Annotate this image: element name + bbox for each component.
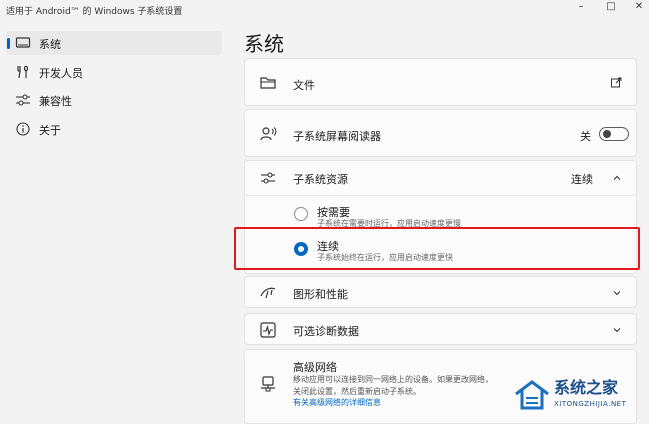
network-icon (261, 376, 275, 392)
sidebar-item-developer[interactable]: 开发人员 (6, 60, 222, 84)
network-description: 移动应用可以连接到同一网络上的设备。如果更改网络， (293, 375, 493, 384)
window-title: 适用于 Android™ 的 Windows 子系统设置 (6, 7, 183, 17)
watermark-logo (515, 380, 549, 410)
watermark-subtext: XITONGZHIJIA.NET (554, 400, 627, 408)
network-label: 高级网络 (293, 361, 337, 374)
tools-icon (17, 65, 29, 79)
graphics-icon (260, 287, 276, 299)
divider (245, 195, 636, 196)
graphics-card[interactable]: 图形和性能 (244, 276, 637, 308)
screen-reader-label: 子系统屏幕阅读器 (293, 130, 381, 143)
resources-label: 子系统资源 (293, 173, 348, 186)
screen-reader-icon (260, 127, 277, 141)
sidebar-item-system[interactable]: 系统 (6, 31, 222, 55)
page-title: 系统 (244, 32, 284, 56)
network-description: 关闭此设置，然后重新启动子系统。 (293, 387, 421, 396)
info-icon (16, 122, 30, 136)
sidebar-item-label: 兼容性 (39, 95, 72, 108)
sidebar-item-label: 关于 (39, 124, 61, 137)
minimize-button[interactable]: – (566, 0, 596, 16)
monitor-icon (15, 37, 31, 48)
toggle-state-label: 关 (580, 130, 591, 143)
diagnostics-label: 可选诊断数据 (293, 325, 359, 338)
screen-reader-toggle[interactable] (599, 127, 629, 141)
chevron-down-icon (613, 291, 621, 296)
sliders-icon (16, 94, 30, 106)
sidebar-item-about[interactable]: 关于 (6, 117, 222, 141)
screen-reader-card: 子系统屏幕阅读器 关 (244, 109, 637, 157)
chevron-up-icon (613, 175, 621, 180)
chevron-down-icon (613, 328, 621, 333)
radio-on-demand[interactable] (294, 207, 308, 221)
resources-header[interactable]: 子系统资源 连续 (245, 161, 636, 195)
active-indicator (7, 38, 10, 49)
close-button[interactable]: ✕ (624, 0, 649, 16)
open-external-icon (611, 77, 622, 88)
activity-icon (260, 322, 276, 338)
folder-icon (260, 77, 276, 89)
sliders-icon (261, 172, 275, 184)
sidebar-item-compatibility[interactable]: 兼容性 (6, 88, 222, 112)
toggle-knob (603, 130, 611, 138)
files-card[interactable]: 文件 (244, 58, 637, 106)
files-label: 文件 (293, 79, 315, 92)
watermark-text: 系统之家 (554, 378, 619, 397)
graphics-label: 图形和性能 (293, 288, 348, 301)
resources-value: 连续 (571, 173, 593, 186)
highlight-box (234, 227, 640, 270)
network-details-link[interactable]: 有关高级网络的详细信息 (293, 397, 381, 408)
diagnostics-card[interactable]: 可选诊断数据 (244, 313, 637, 345)
maximize-button[interactable]: □ (596, 0, 626, 16)
title-bar: 适用于 Android™ 的 Windows 子系统设置 – □ ✕ (0, 0, 649, 22)
sidebar-item-label: 开发人员 (39, 67, 83, 80)
watermark: 系统之家 XITONGZHIJIA.NET (510, 372, 649, 424)
sidebar-item-label: 系统 (39, 38, 61, 51)
